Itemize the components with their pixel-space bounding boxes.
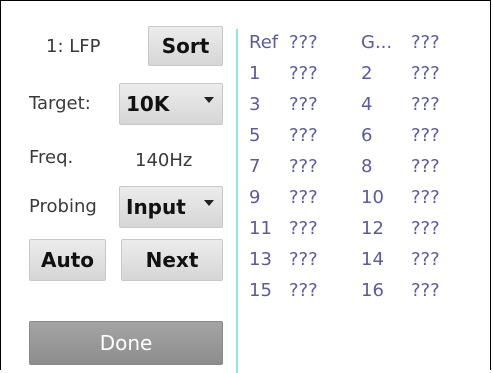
channel-label: 1: LFP <box>46 36 101 57</box>
channel-number: 6 <box>361 125 373 146</box>
table-header-ground: G... <box>361 32 393 53</box>
channel-impedance: ??? <box>411 94 440 115</box>
impedance-panel: 1: LFP Sort Target: 10K Freq. 140Hz Prob… <box>0 0 491 373</box>
channel-number: 1 <box>249 63 261 84</box>
channel-impedance: ??? <box>289 156 318 177</box>
channel-number: 16 <box>361 280 384 301</box>
done-button[interactable]: Done <box>29 321 223 365</box>
channel-impedance: ??? <box>411 280 440 301</box>
table-header-ground-value: ??? <box>411 32 440 53</box>
channel-impedance: ??? <box>411 187 440 208</box>
channel-number: 11 <box>249 218 272 239</box>
channel-impedance: ??? <box>411 125 440 146</box>
target-value: 10K <box>126 92 170 116</box>
channel-number: 15 <box>249 280 272 301</box>
probing-value: Input <box>126 195 186 219</box>
freq-value: 140Hz <box>135 150 193 171</box>
channel-impedance: ??? <box>289 125 318 146</box>
channel-number: 5 <box>249 125 261 146</box>
channel-impedance: ??? <box>289 187 318 208</box>
table-header-ref: Ref <box>249 32 279 53</box>
channel-number: 7 <box>249 156 261 177</box>
impedance-table: Ref ??? G... ??? 1 ??? 2 ??? 3 ??? 4 ???… <box>249 27 479 306</box>
channel-number: 10 <box>361 187 384 208</box>
channel-number: 14 <box>361 249 384 270</box>
channel-number: 2 <box>361 63 373 84</box>
target-dropdown[interactable]: 10K <box>119 83 223 125</box>
freq-label: Freq. <box>29 147 74 168</box>
next-button[interactable]: Next <box>121 239 223 281</box>
target-label: Target: <box>29 93 91 114</box>
channel-impedance: ??? <box>289 63 318 84</box>
channel-impedance: ??? <box>411 218 440 239</box>
sort-button[interactable]: Sort <box>148 26 223 66</box>
channel-number: 12 <box>361 218 384 239</box>
channel-impedance: ??? <box>289 249 318 270</box>
channel-impedance: ??? <box>411 63 440 84</box>
channel-number: 4 <box>361 94 373 115</box>
channel-impedance: ??? <box>411 249 440 270</box>
channel-number: 13 <box>249 249 272 270</box>
channel-impedance: ??? <box>411 156 440 177</box>
probing-dropdown[interactable]: Input <box>119 186 223 228</box>
chevron-down-icon <box>204 97 214 103</box>
channel-impedance: ??? <box>289 218 318 239</box>
channel-number: 9 <box>249 187 261 208</box>
channel-impedance: ??? <box>289 94 318 115</box>
channel-impedance: ??? <box>289 280 318 301</box>
probing-label: Probing <box>29 197 97 217</box>
table-header-ref-value: ??? <box>289 32 318 53</box>
chevron-down-icon <box>204 200 214 206</box>
channel-number: 3 <box>249 94 261 115</box>
auto-button[interactable]: Auto <box>29 239 106 281</box>
channel-number: 8 <box>361 156 373 177</box>
divider <box>236 29 238 373</box>
